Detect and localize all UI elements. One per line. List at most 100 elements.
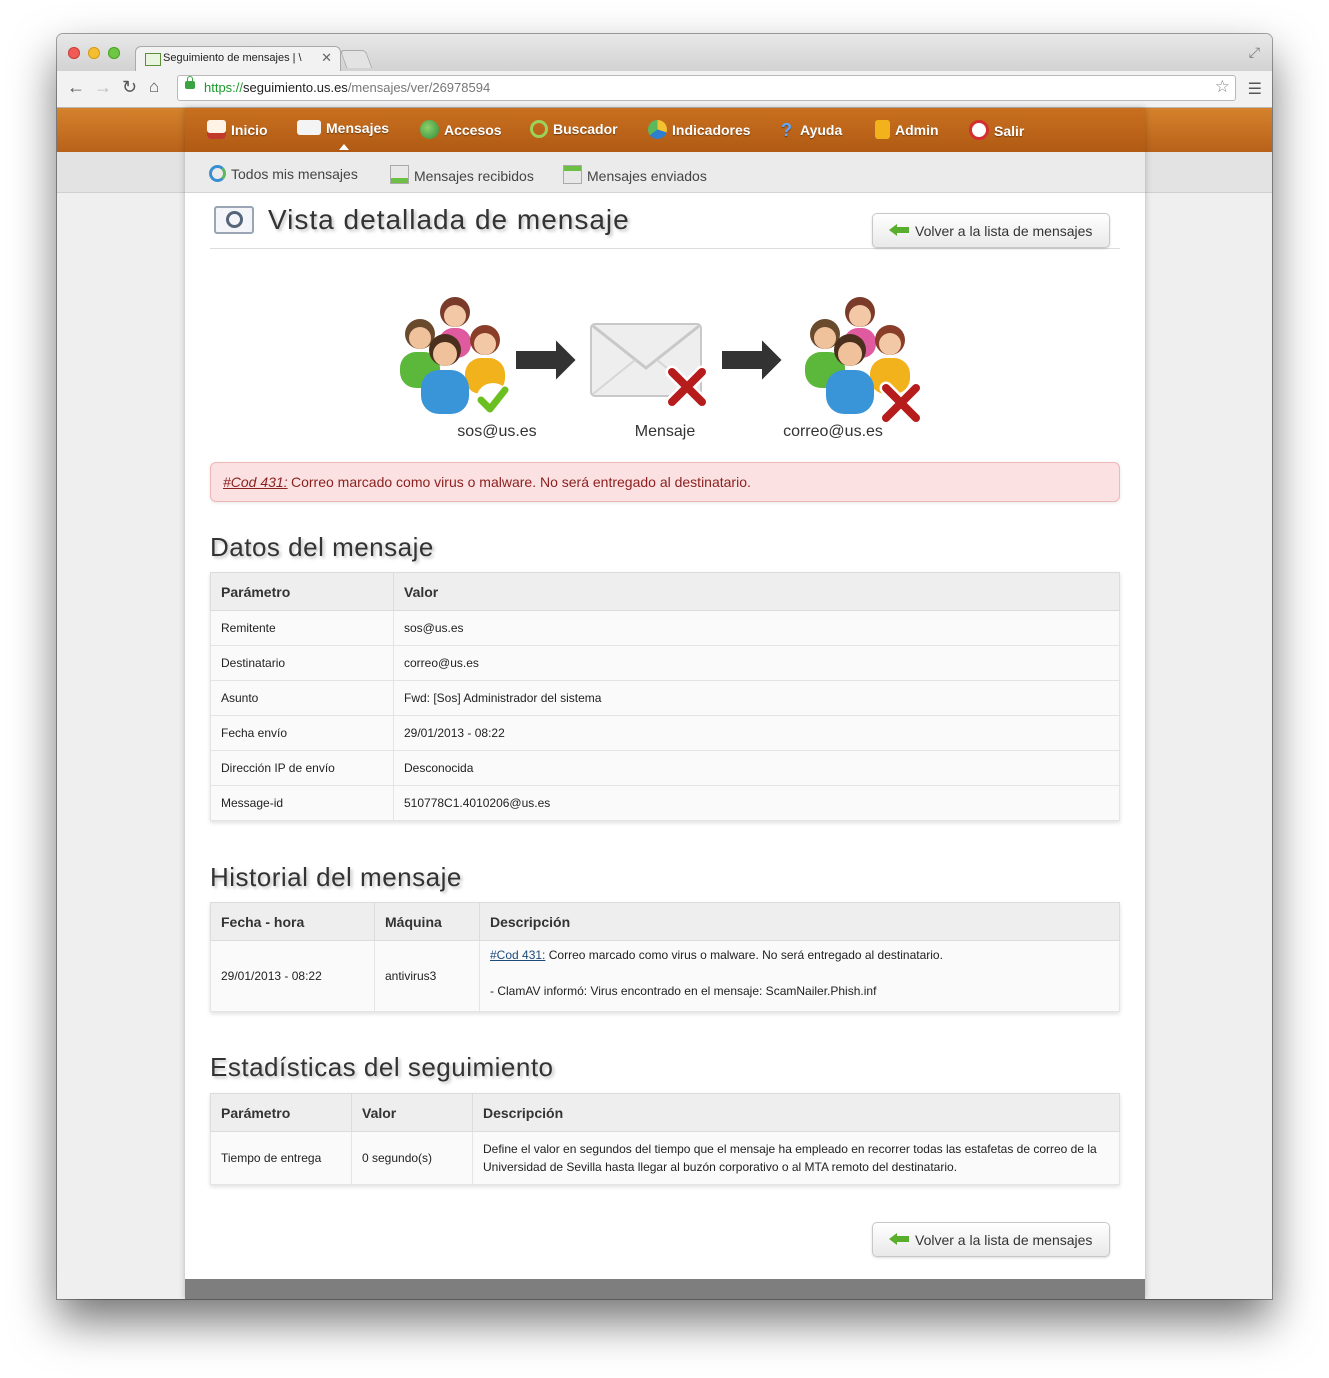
- menu-icon[interactable]: ☰: [1248, 79, 1262, 99]
- param-cell: Message-id: [210, 785, 394, 821]
- historial-table: Fecha - hora Máquina Descripción 29/01/2…: [210, 902, 1120, 1012]
- favicon-icon: [145, 53, 161, 66]
- datos-title: Datos del mensaje: [210, 532, 434, 562]
- green-arrow-left-icon: [889, 224, 909, 236]
- close-window-button[interactable]: [68, 47, 80, 59]
- column-header: Máquina: [374, 902, 480, 941]
- nav-ayuda[interactable]: ? Ayuda: [781, 120, 842, 140]
- magnifier-document-icon: [214, 206, 254, 234]
- tab-title: Seguimiento de mensajes | \: [163, 52, 302, 64]
- param-cell: Fecha envío: [210, 715, 394, 751]
- nav-indicadores[interactable]: Indicadores: [648, 120, 751, 139]
- value-cell: correo@us.es: [393, 645, 1120, 681]
- column-header: Valor: [351, 1093, 473, 1132]
- error-alert: #Cod 431: Correo marcado como virus o ma…: [210, 462, 1120, 502]
- message-label: Mensaje: [634, 423, 696, 440]
- browser-tab[interactable]: Seguimiento de mensajes | \ ✕: [135, 46, 341, 72]
- error-code-link[interactable]: #Cod 431:: [223, 474, 288, 490]
- main-nav: Inicio Mensajes Accesos Buscador Indicad…: [185, 108, 1145, 152]
- table-header: Fecha - hora Máquina Descripción: [210, 902, 1120, 941]
- detail-text: - ClamAV informó: Virus encontrado en el…: [490, 984, 877, 998]
- sender-label: sos@us.es: [457, 423, 537, 440]
- nav-salir[interactable]: Salir: [969, 120, 1024, 140]
- sender-users-icon: [400, 297, 510, 417]
- machine-cell: antivirus3: [374, 940, 480, 1012]
- browser-window: Seguimiento de mensajes | \ ✕ ⤢ ← → ↻ ⌂ …: [57, 34, 1272, 1299]
- recipient-label: correo@us.es: [783, 423, 883, 440]
- column-header: Fecha - hora: [210, 902, 375, 941]
- value-cell: 29/01/2013 - 08:22: [393, 715, 1120, 751]
- param-cell: Asunto: [210, 680, 394, 716]
- table-row: 29/01/2013 - 08:22 antivirus3 #Cod 431: …: [210, 940, 1120, 1012]
- new-tab-button[interactable]: [339, 50, 373, 68]
- forward-arrow-icon[interactable]: →: [94, 77, 112, 98]
- pie-chart-icon: [648, 120, 667, 139]
- nav-mensajes[interactable]: Mensajes: [297, 120, 389, 136]
- description-cell: #Cod 431: Correo marcado como virus o ma…: [479, 940, 1120, 1012]
- tab-close-icon[interactable]: ✕: [321, 50, 332, 66]
- estadisticas-title: Estadísticas del seguimiento: [210, 1052, 554, 1082]
- padlock-icon: [875, 120, 890, 139]
- datos-table: Parámetro Valor Remitente sos@us.es Desti…: [210, 572, 1120, 821]
- description-text: Correo marcado como virus o malware. No …: [548, 948, 943, 962]
- table-row: Fecha envío 29/01/2013 - 08:22: [210, 715, 1120, 751]
- nav-admin[interactable]: Admin: [875, 120, 939, 139]
- viewport: Inicio Mensajes Accesos Buscador Indicad…: [57, 108, 1272, 1299]
- param-cell: Dirección IP de envío: [210, 750, 394, 786]
- address-bar[interactable]: https://seguimiento.us.es/mensajes/ver/2…: [177, 75, 1236, 101]
- subnav-recibidos[interactable]: Mensajes recibidos: [390, 165, 534, 184]
- nav-inicio[interactable]: Inicio: [207, 120, 268, 139]
- envelope-icon: [297, 120, 321, 135]
- column-header: Descripción: [472, 1093, 1120, 1132]
- column-header: Valor: [393, 572, 1120, 611]
- home-icon[interactable]: ⌂: [149, 77, 159, 97]
- page-title: Vista detallada de mensaje: [268, 204, 630, 235]
- nav-buscador[interactable]: Buscador: [530, 120, 618, 138]
- column-header: Parámetro: [210, 1093, 352, 1132]
- zoom-window-button[interactable]: [108, 47, 120, 59]
- error-message: Correo marcado como virus o malware. No …: [291, 474, 751, 490]
- active-nav-indicator: [339, 144, 349, 150]
- page-footer: [185, 1279, 1145, 1299]
- url-text: https://seguimiento.us.es/mensajes/ver/2…: [204, 80, 491, 95]
- param-cell: Destinatario: [210, 645, 394, 681]
- subnav-enviados[interactable]: Mensajes enviados: [563, 165, 707, 184]
- back-to-list-button-bottom[interactable]: Volver a la lista de mensajes: [872, 1222, 1110, 1257]
- value-cell: 510778C1.4010206@us.es: [393, 785, 1120, 821]
- estadisticas-table: Parámetro Valor Descripción Tiempo de en…: [210, 1093, 1120, 1185]
- subnav-todos[interactable]: Todos mis mensajes: [209, 165, 358, 182]
- back-arrow-icon[interactable]: ←: [67, 77, 85, 98]
- globe-icon: [420, 120, 439, 139]
- title-bar: Seguimiento de mensajes | \ ✕ ⤢: [57, 34, 1272, 72]
- fullscreen-icon[interactable]: ⤢: [1249, 44, 1260, 61]
- magnifier-icon: [530, 120, 548, 138]
- code-link[interactable]: #Cod 431:: [490, 948, 545, 962]
- delivery-diagram: [400, 297, 923, 425]
- reload-icon[interactable]: ↻: [122, 77, 137, 98]
- value-cell: Desconocida: [393, 750, 1120, 786]
- param-cell: Tiempo de entrega: [210, 1131, 352, 1185]
- browser-toolbar: ← → ↻ ⌂ https://seguimiento.us.es/mensaj…: [57, 71, 1272, 108]
- table-header: Parámetro Valor Descripción: [210, 1093, 1120, 1132]
- value-cell: Fwd: [Sos] Administrador del sistema: [393, 680, 1120, 716]
- refresh-icon: [209, 165, 226, 182]
- inbox-down-icon: [390, 165, 409, 184]
- home-icon: [207, 120, 226, 139]
- power-icon: [969, 120, 989, 140]
- table-row: Destinatario correo@us.es: [210, 645, 1120, 681]
- value-cell: 0 segundo(s): [351, 1131, 473, 1185]
- value-cell: sos@us.es: [393, 610, 1120, 646]
- table-row: Tiempo de entrega 0 segundo(s) Define el…: [210, 1131, 1120, 1185]
- table-row: Dirección IP de envío Desconocida: [210, 750, 1120, 786]
- back-to-list-button-top[interactable]: Volver a la lista de mensajes: [872, 213, 1110, 248]
- table-row: Asunto Fwd: [Sos] Administrador del siste…: [210, 680, 1120, 716]
- description-cell: Define el valor en segundos del tiempo q…: [472, 1131, 1120, 1185]
- arrow-right-icon-2: [720, 335, 785, 385]
- date-cell: 29/01/2013 - 08:22: [210, 940, 375, 1012]
- sub-nav: Todos mis mensajes Mensajes recibidos Me…: [185, 152, 1145, 193]
- nav-accesos[interactable]: Accesos: [420, 120, 502, 139]
- lock-icon: [185, 76, 195, 89]
- bookmark-star-icon[interactable]: ☆: [1215, 77, 1230, 97]
- minimize-window-button[interactable]: [88, 47, 100, 59]
- green-arrow-left-icon: [889, 1233, 909, 1245]
